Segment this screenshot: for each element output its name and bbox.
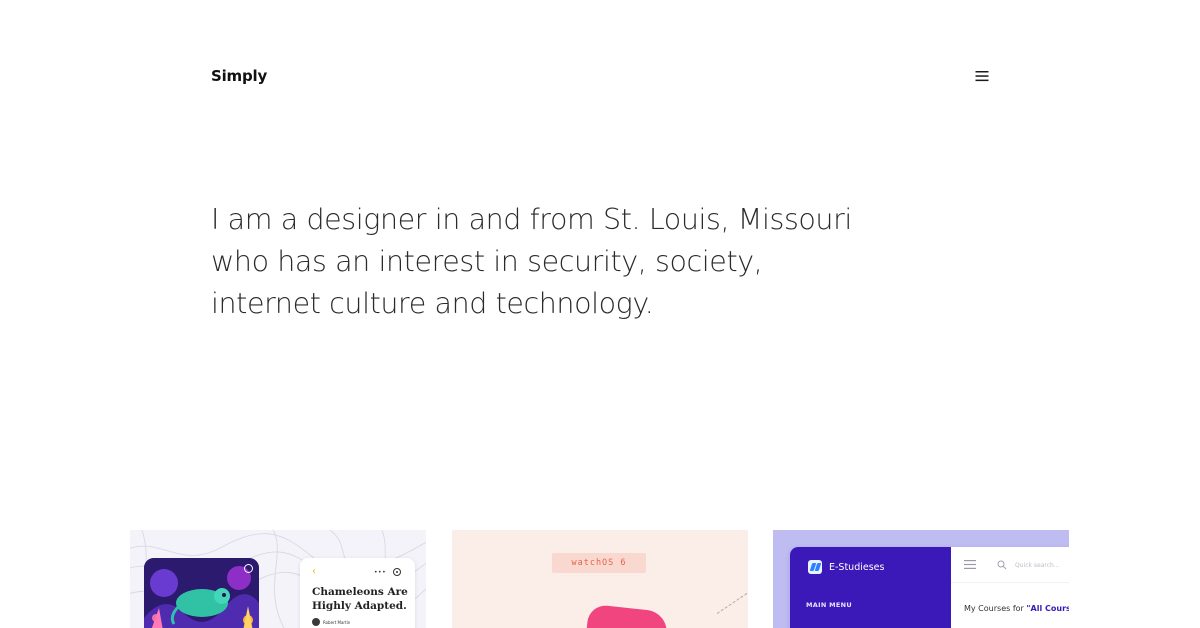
author-name: Robert Martin xyxy=(323,619,351,625)
quick-search-input[interactable] xyxy=(1015,560,1069,571)
hero-line: internet culture and technology. xyxy=(211,287,654,320)
courses-prefix: My Courses for xyxy=(964,604,1027,613)
dashboard-topbar xyxy=(951,547,1069,583)
target-icon[interactable] xyxy=(393,568,401,576)
project-card-estudieses[interactable]: E-Studieses MAIN MENU My Courses for "Al… xyxy=(773,530,1069,628)
app-name: E-Studieses xyxy=(829,562,885,573)
hero-line: I am a designer in and from St. Louis, M… xyxy=(211,203,852,236)
menu-heading: MAIN MENU xyxy=(806,601,852,609)
dashboard-window: E-Studieses MAIN MENU My Courses for "Al… xyxy=(790,547,1069,628)
courses-heading: My Courses for "All Courses" xyxy=(964,604,1069,613)
article-author: Robert Martin xyxy=(312,618,350,626)
settings-icon xyxy=(244,564,253,573)
hero-intro: I am a designer in and from St. Louis, M… xyxy=(211,199,891,325)
article-panel: ‹ ••• Chameleons Are Highly Adapted. Rob… xyxy=(300,558,415,628)
app-logo-icon xyxy=(808,560,822,574)
dashboard-main: My Courses for "All Courses" xyxy=(951,547,1069,628)
hamburger-menu-icon xyxy=(975,71,989,82)
courses-filter: "All Courses" xyxy=(1026,604,1069,613)
ellipsis-icon[interactable]: ••• xyxy=(374,569,386,576)
chameleon-illustration xyxy=(144,558,259,628)
site-logo[interactable]: Simply xyxy=(211,67,267,85)
avatar xyxy=(312,618,320,626)
watchos-badge: watchOS 6 xyxy=(552,553,646,573)
project-card-watchos[interactable]: watchOS 6 xyxy=(452,530,748,628)
watch-band-shape xyxy=(585,603,669,628)
hero-line: who has an interest in security, society… xyxy=(211,245,763,278)
chevron-left-icon[interactable]: ‹ xyxy=(312,566,316,577)
project-card-chameleons[interactable]: ‹ ••• Chameleons Are Highly Adapted. Rob… xyxy=(130,530,426,628)
dashed-guide-line xyxy=(716,593,748,614)
hamburger-menu-icon[interactable] xyxy=(964,560,976,569)
dashboard-sidebar: E-Studieses MAIN MENU xyxy=(790,547,951,628)
article-title: Chameleons Are Highly Adapted. xyxy=(312,586,408,612)
search-icon[interactable] xyxy=(997,560,1007,570)
menu-button[interactable] xyxy=(974,69,990,83)
